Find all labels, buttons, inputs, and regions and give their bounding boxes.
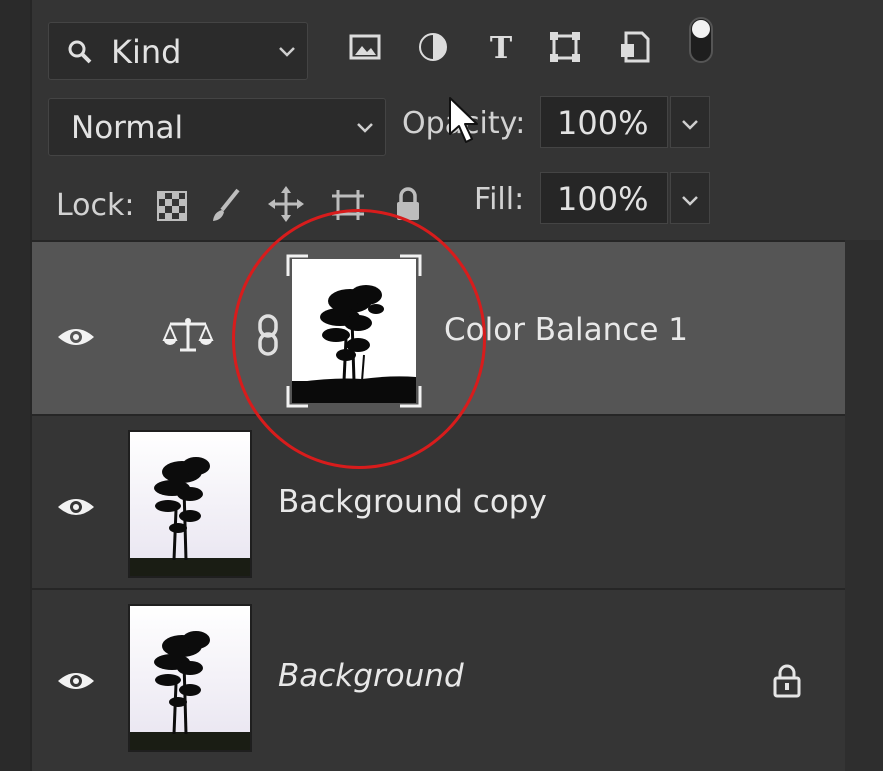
layer-thumbnail[interactable]: [128, 430, 252, 578]
search-icon: [68, 40, 92, 64]
blend-mode-select[interactable]: Normal: [48, 98, 386, 156]
filter-kind-label: Kind: [111, 33, 182, 71]
mouse-cursor-icon: [449, 97, 478, 143]
panel-scrollbar[interactable]: [845, 240, 883, 771]
annotation-circle: [232, 209, 486, 469]
chevron-down-icon: [357, 123, 373, 133]
smart-object-filter-icon[interactable]: [618, 30, 652, 64]
fill-dropdown-button[interactable]: [670, 172, 710, 224]
opacity-input[interactable]: 100%: [540, 96, 668, 148]
layer-name[interactable]: Background copy: [278, 484, 547, 520]
eye-visibility-icon[interactable]: [56, 668, 96, 694]
opacity-dropdown-button[interactable]: [670, 96, 710, 148]
lock-label: Lock:: [56, 188, 135, 223]
eye-visibility-icon[interactable]: [56, 494, 96, 520]
eye-visibility-icon[interactable]: [56, 324, 96, 350]
tree-photo-thumbnail: [130, 606, 250, 750]
layer-lock-icon[interactable]: [772, 664, 802, 698]
layer-thumbnail[interactable]: [128, 604, 252, 752]
pixel-layer-filter-icon[interactable]: [348, 30, 382, 64]
layer-name[interactable]: Background: [278, 658, 464, 694]
layer-row-background-copy[interactable]: Background copy: [32, 416, 845, 588]
layer-row-background[interactable]: Background: [32, 590, 845, 771]
adjustment-layer-filter-icon[interactable]: [416, 30, 450, 64]
chevron-down-icon: [682, 120, 698, 130]
layers-panel: Kind T Normal Opacity: 100%: [0, 0, 883, 771]
fill-input[interactable]: 100%: [540, 172, 668, 224]
lock-transparent-pixels-icon[interactable]: [154, 184, 190, 224]
svg-text:T: T: [490, 31, 513, 64]
lock-position-icon[interactable]: [268, 184, 304, 224]
shape-layer-filter-icon[interactable]: [548, 30, 582, 64]
filter-kind-select[interactable]: Kind: [48, 22, 308, 80]
type-layer-filter-icon[interactable]: T: [484, 30, 518, 64]
color-balance-scale-icon: [162, 318, 214, 352]
panel-left-edge: [0, 0, 32, 771]
blend-mode-label: Normal: [71, 110, 184, 146]
lock-image-pixels-icon[interactable]: [208, 184, 244, 224]
chevron-down-icon: [279, 47, 295, 57]
chevron-down-icon: [682, 196, 698, 206]
tree-photo-thumbnail: [130, 432, 250, 576]
filter-toggle-icon[interactable]: [686, 14, 716, 66]
fill-label: Fill:: [474, 182, 525, 217]
